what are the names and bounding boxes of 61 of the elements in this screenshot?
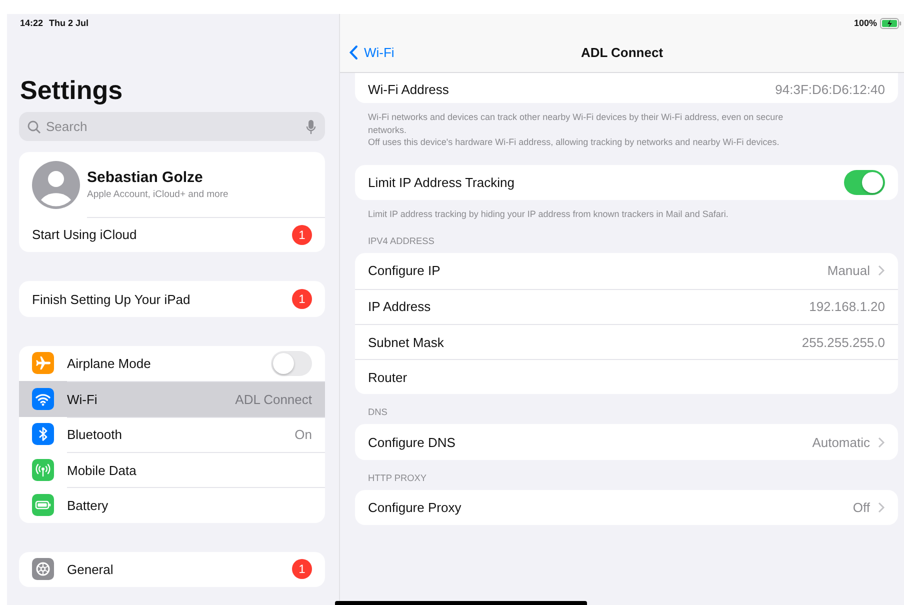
status-date: Thu 2 Jul bbox=[49, 18, 89, 28]
section-header: HTTP PROXY bbox=[367, 472, 428, 485]
item-label: Mobile Data bbox=[67, 462, 136, 478]
account-row[interactable]: Sebastian Golze Apple Account, iCloud+ and more bbox=[19, 152, 325, 217]
section-header: IPV4 ADDRESS bbox=[367, 236, 436, 248]
row-label: IP Address bbox=[368, 299, 432, 314]
item-label: Wi-Fi bbox=[67, 392, 98, 407]
chevron-icon bbox=[878, 502, 885, 513]
microphone-icon bbox=[306, 118, 316, 134]
item-label: Airplane Mode bbox=[67, 356, 151, 371]
item-label: Bluetooth bbox=[67, 427, 122, 442]
notification-badge: 1 bbox=[292, 224, 312, 245]
toggle-switch[interactable] bbox=[271, 350, 312, 376]
row-label: Router bbox=[368, 370, 408, 385]
item-label: Battery bbox=[67, 498, 108, 514]
item-label: Start Using iCloud bbox=[32, 227, 137, 242]
row-label: Configure IP bbox=[368, 263, 442, 278]
avatar-icon bbox=[32, 160, 80, 208]
sidebar-item[interactable]: Finish Setting Up Your iPad 1 bbox=[19, 281, 325, 317]
sidebar-item[interactable]: Battery bbox=[19, 487, 325, 523]
sidebar-item[interactable]: Wi-Fi ADL Connect bbox=[19, 381, 325, 417]
row-label: Wi-Fi Address bbox=[368, 82, 450, 96]
battery-percentage: 100% bbox=[854, 18, 877, 28]
sidebar-item[interactable]: Airplane Mode bbox=[19, 346, 325, 382]
row-label: Subnet Mask bbox=[368, 334, 445, 350]
chevron-icon bbox=[878, 436, 885, 448]
section-footer-text: Limit IP address tracking by hiding your IP address from known trackers in Mail and Safari. bbox=[368, 208, 730, 220]
item-value: ADL Connect bbox=[235, 392, 312, 407]
item-value: On bbox=[294, 427, 312, 442]
account-name: Sebastian Golze bbox=[87, 169, 204, 186]
item-label: Finish Setting Up Your iPad bbox=[32, 292, 190, 307]
section-footer-text: Wi-Fi networks and devices can track other nearby Wi-Fi devices by their Wi-Fi address, even on secure networks. bbox=[368, 111, 784, 136]
page-title: Settings bbox=[20, 76, 124, 104]
row-value: Automatic bbox=[812, 434, 870, 450]
search-field[interactable]: Search bbox=[19, 112, 325, 141]
sidebar-item[interactable]: General 1 bbox=[19, 552, 325, 588]
account-subtitle: Apple Account, iCloud+ and more bbox=[87, 189, 228, 200]
row-value: 94:3F:D6:D6:12:40 bbox=[775, 82, 885, 96]
back-button[interactable]: Wi-Fi bbox=[349, 45, 394, 60]
navigation-title: ADL Connect bbox=[580, 45, 664, 60]
search-icon bbox=[27, 120, 41, 134]
section-footer-text: Off uses this device's hardware Wi-Fi address, allowing tracking by networks and nearby Wi-Fi devices. bbox=[368, 136, 780, 148]
toggle-switch[interactable] bbox=[844, 170, 885, 195]
row-label: Limit IP Address Tracking bbox=[368, 174, 516, 190]
row-value: Manual bbox=[827, 263, 870, 278]
status-time: 14:22 bbox=[20, 18, 44, 28]
sidebar-item[interactable]: Bluetooth On bbox=[19, 416, 325, 452]
row-value: 255.255.255.0 bbox=[802, 334, 885, 350]
notification-badge: 1 bbox=[292, 559, 312, 580]
row-label: Configure DNS bbox=[368, 434, 456, 450]
sidebar-item[interactable]: Mobile Data bbox=[19, 452, 325, 488]
section-header: DNS bbox=[367, 406, 388, 420]
row-value: 192.168.1.20 bbox=[809, 299, 885, 314]
back-chevron-icon bbox=[349, 45, 358, 60]
chevron-icon bbox=[878, 265, 885, 276]
battery-charging-icon bbox=[880, 18, 902, 28]
notification-badge: 1 bbox=[292, 289, 312, 310]
row-value: Off bbox=[852, 500, 870, 515]
item-label: General bbox=[67, 562, 114, 577]
row-label: Configure Proxy bbox=[368, 500, 462, 515]
search-input[interactable]: Search bbox=[46, 119, 301, 134]
